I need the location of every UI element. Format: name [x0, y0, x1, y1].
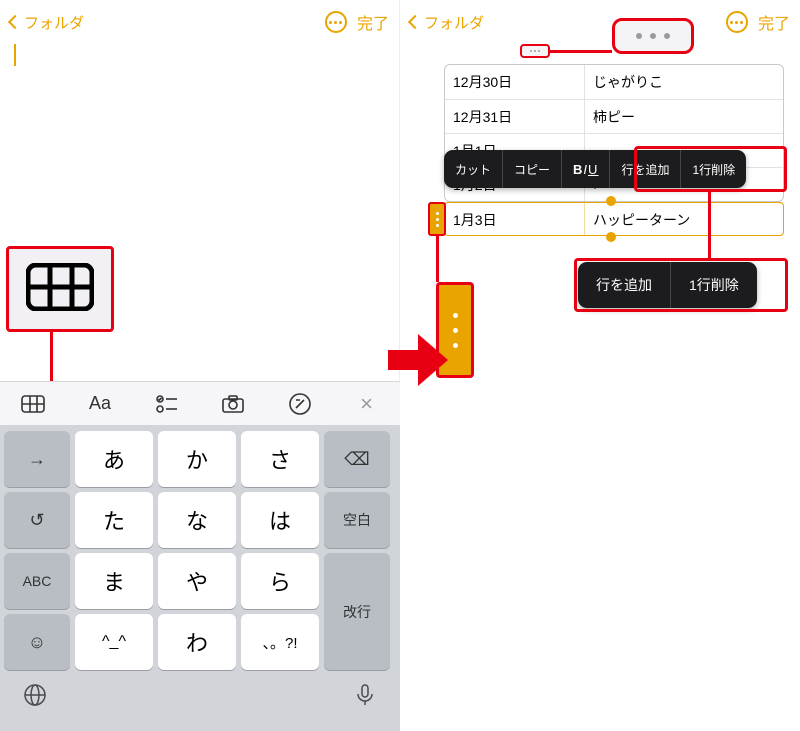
nav-right: 完了 [325, 10, 389, 34]
key-sa[interactable]: さ [241, 431, 319, 487]
key-ta[interactable]: た [75, 492, 153, 548]
selection-handle-icon[interactable] [606, 232, 616, 242]
key-face[interactable]: ^_^ [75, 614, 153, 670]
menu-cut[interactable]: カット [444, 150, 503, 188]
more-icon[interactable] [726, 11, 748, 33]
mic-icon[interactable] [352, 682, 378, 713]
done-button[interactable]: 完了 [758, 10, 790, 34]
key-a[interactable]: あ [75, 431, 153, 487]
key-arrow[interactable]: → [4, 431, 70, 487]
back-label: フォルダ [424, 12, 484, 33]
table-cell-date[interactable]: 12月31日 [445, 100, 585, 133]
key-ha[interactable]: は [241, 492, 319, 548]
camera-button[interactable] [214, 385, 252, 423]
text-cursor [14, 44, 16, 66]
nav-bar: フォルダ 完了 [0, 0, 399, 44]
more-icon[interactable] [325, 11, 347, 33]
key-space[interactable]: 空白 [324, 492, 390, 548]
menu-copy[interactable]: コピー [503, 150, 562, 188]
key-ya[interactable]: や [158, 553, 236, 609]
table-button[interactable] [14, 385, 52, 423]
key-return[interactable]: 改行 [324, 553, 390, 670]
note-body[interactable] [0, 44, 399, 68]
table-more-mini [520, 44, 550, 58]
key-abc[interactable]: ABC [4, 553, 70, 609]
key-undo[interactable]: ↺ [4, 492, 70, 548]
dismiss-keyboard[interactable]: × [348, 385, 386, 423]
table-row[interactable]: 12月30日 じゃがりこ [445, 65, 783, 99]
chevron-left-icon [408, 15, 422, 29]
done-button[interactable]: 完了 [357, 10, 389, 34]
left-screen: フォルダ 完了 Aa × → あ か さ ⌫ ↺ た な [0, 0, 400, 731]
key-backspace[interactable]: ⌫ [324, 431, 390, 487]
selection-handle-icon[interactable] [606, 196, 616, 206]
arrow-right-icon [388, 330, 448, 390]
table-cell-item[interactable]: ハッピーターン [585, 203, 698, 235]
key-ra[interactable]: ら [241, 553, 319, 609]
key-ka[interactable]: か [158, 431, 236, 487]
chevron-left-icon [8, 15, 22, 29]
text-format-button[interactable]: Aa [81, 385, 119, 423]
key-emoji[interactable]: ☺ [4, 614, 70, 670]
table-row[interactable]: 12月31日 柿ピー [445, 99, 783, 133]
callout-connector [708, 192, 711, 260]
callout-highlight [634, 146, 787, 192]
table-icon [26, 263, 94, 316]
table-cell-item[interactable]: じゃがりこ [585, 65, 783, 99]
key-punct[interactable]: 、。?! [241, 614, 319, 670]
menu-biu[interactable]: BIU [562, 150, 610, 188]
back-button[interactable]: フォルダ [10, 12, 84, 33]
table-cell-date[interactable]: 12月30日 [445, 65, 585, 99]
nav-right: 完了 [726, 10, 790, 34]
table-cell-item[interactable]: 柿ピー [585, 100, 783, 133]
globe-icon[interactable] [22, 682, 48, 713]
callout-connector [550, 50, 612, 53]
key-ma[interactable]: ま [75, 553, 153, 609]
key-na[interactable]: な [158, 492, 236, 548]
keyboard: → あ か さ ⌫ ↺ た な は 空白 ABC ま や ら 改行 ☺ ^_^ … [0, 425, 400, 731]
back-label: フォルダ [24, 12, 84, 33]
callout-table-icon [6, 246, 114, 332]
key-wa[interactable]: わ [158, 614, 236, 670]
table-selected-row[interactable]: 1月3日 ハッピーターン [444, 202, 784, 236]
table-more-button[interactable] [612, 18, 694, 54]
callout-highlight [574, 258, 788, 312]
row-drag-handle[interactable] [428, 202, 446, 236]
callout-connector [436, 236, 439, 282]
keyboard-toolbar: Aa × [0, 381, 400, 425]
back-button[interactable]: フォルダ [410, 12, 484, 33]
checklist-button[interactable] [148, 385, 186, 423]
markup-button[interactable] [281, 385, 319, 423]
table-cell-date[interactable]: 1月3日 [445, 203, 585, 235]
nav-bar: フォルダ 完了 [400, 0, 800, 44]
